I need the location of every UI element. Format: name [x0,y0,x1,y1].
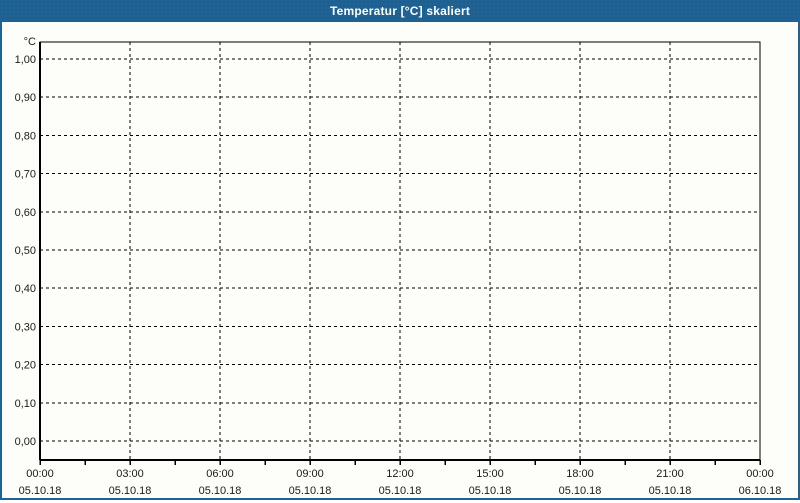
x-tick-time-label: 06:00 [206,468,234,480]
y-tick-label: 0,50 [15,245,36,257]
y-tick-label: 0,40 [15,283,36,295]
y-tick-label: 1,00 [15,54,36,66]
x-tick-time-label: 21:00 [656,468,684,480]
chart-titlebar: Temperatur [°C] skaliert [2,0,798,22]
x-tick-date-label: 05.10.18 [469,485,512,497]
x-tick-date-label: 05.10.18 [199,485,242,497]
x-tick-time-label: 09:00 [296,468,324,480]
y-tick-label: 0,80 [15,130,36,142]
x-tick-date-label: 05.10.18 [19,485,62,497]
chart-window: Temperatur [°C] skaliert 1,00 0,90 0,80 0,7… [0,0,800,500]
y-tick-label: 0,70 [15,169,36,181]
x-tick-date-label: 05.10.18 [559,485,602,497]
x-tick-time-label: 18:00 [566,468,594,480]
y-axis-unit-label: °C [24,36,36,48]
x-tick-date-label: 06.10.18 [739,485,782,497]
y-tick-label: 0,30 [15,321,36,333]
y-tick-label: 0,00 [15,436,36,448]
x-tick-date-label: 05.10.18 [109,485,152,497]
x-tick-time-label: 15:00 [476,468,504,480]
y-tick-label: 0,20 [15,360,36,372]
x-tick-time-label: 00:00 [746,468,774,480]
x-tick-time-label: 00:00 [26,468,54,480]
chart-title: Temperatur [°C] skaliert [329,4,471,18]
plot-area: 1,00 0,90 0,80 0,70 0,60 0,50 0,40 0,30 0,20 0,10… [15,36,782,497]
x-tick-date-label: 05.10.18 [649,485,692,497]
x-tick-time-label: 03:00 [116,468,144,480]
y-tick-label: 0,10 [15,398,36,410]
x-tick-time-label: 12:00 [386,468,414,480]
x-tick-date-label: 05.10.18 [289,485,332,497]
chart-area: 1,00 0,90 0,80 0,70 0,60 0,50 0,40 0,30 0,20 0,10… [2,22,798,498]
y-tick-label: 0,60 [15,207,36,219]
x-tick-date-label: 05.10.18 [379,485,422,497]
y-tick-label: 0,90 [15,92,36,104]
